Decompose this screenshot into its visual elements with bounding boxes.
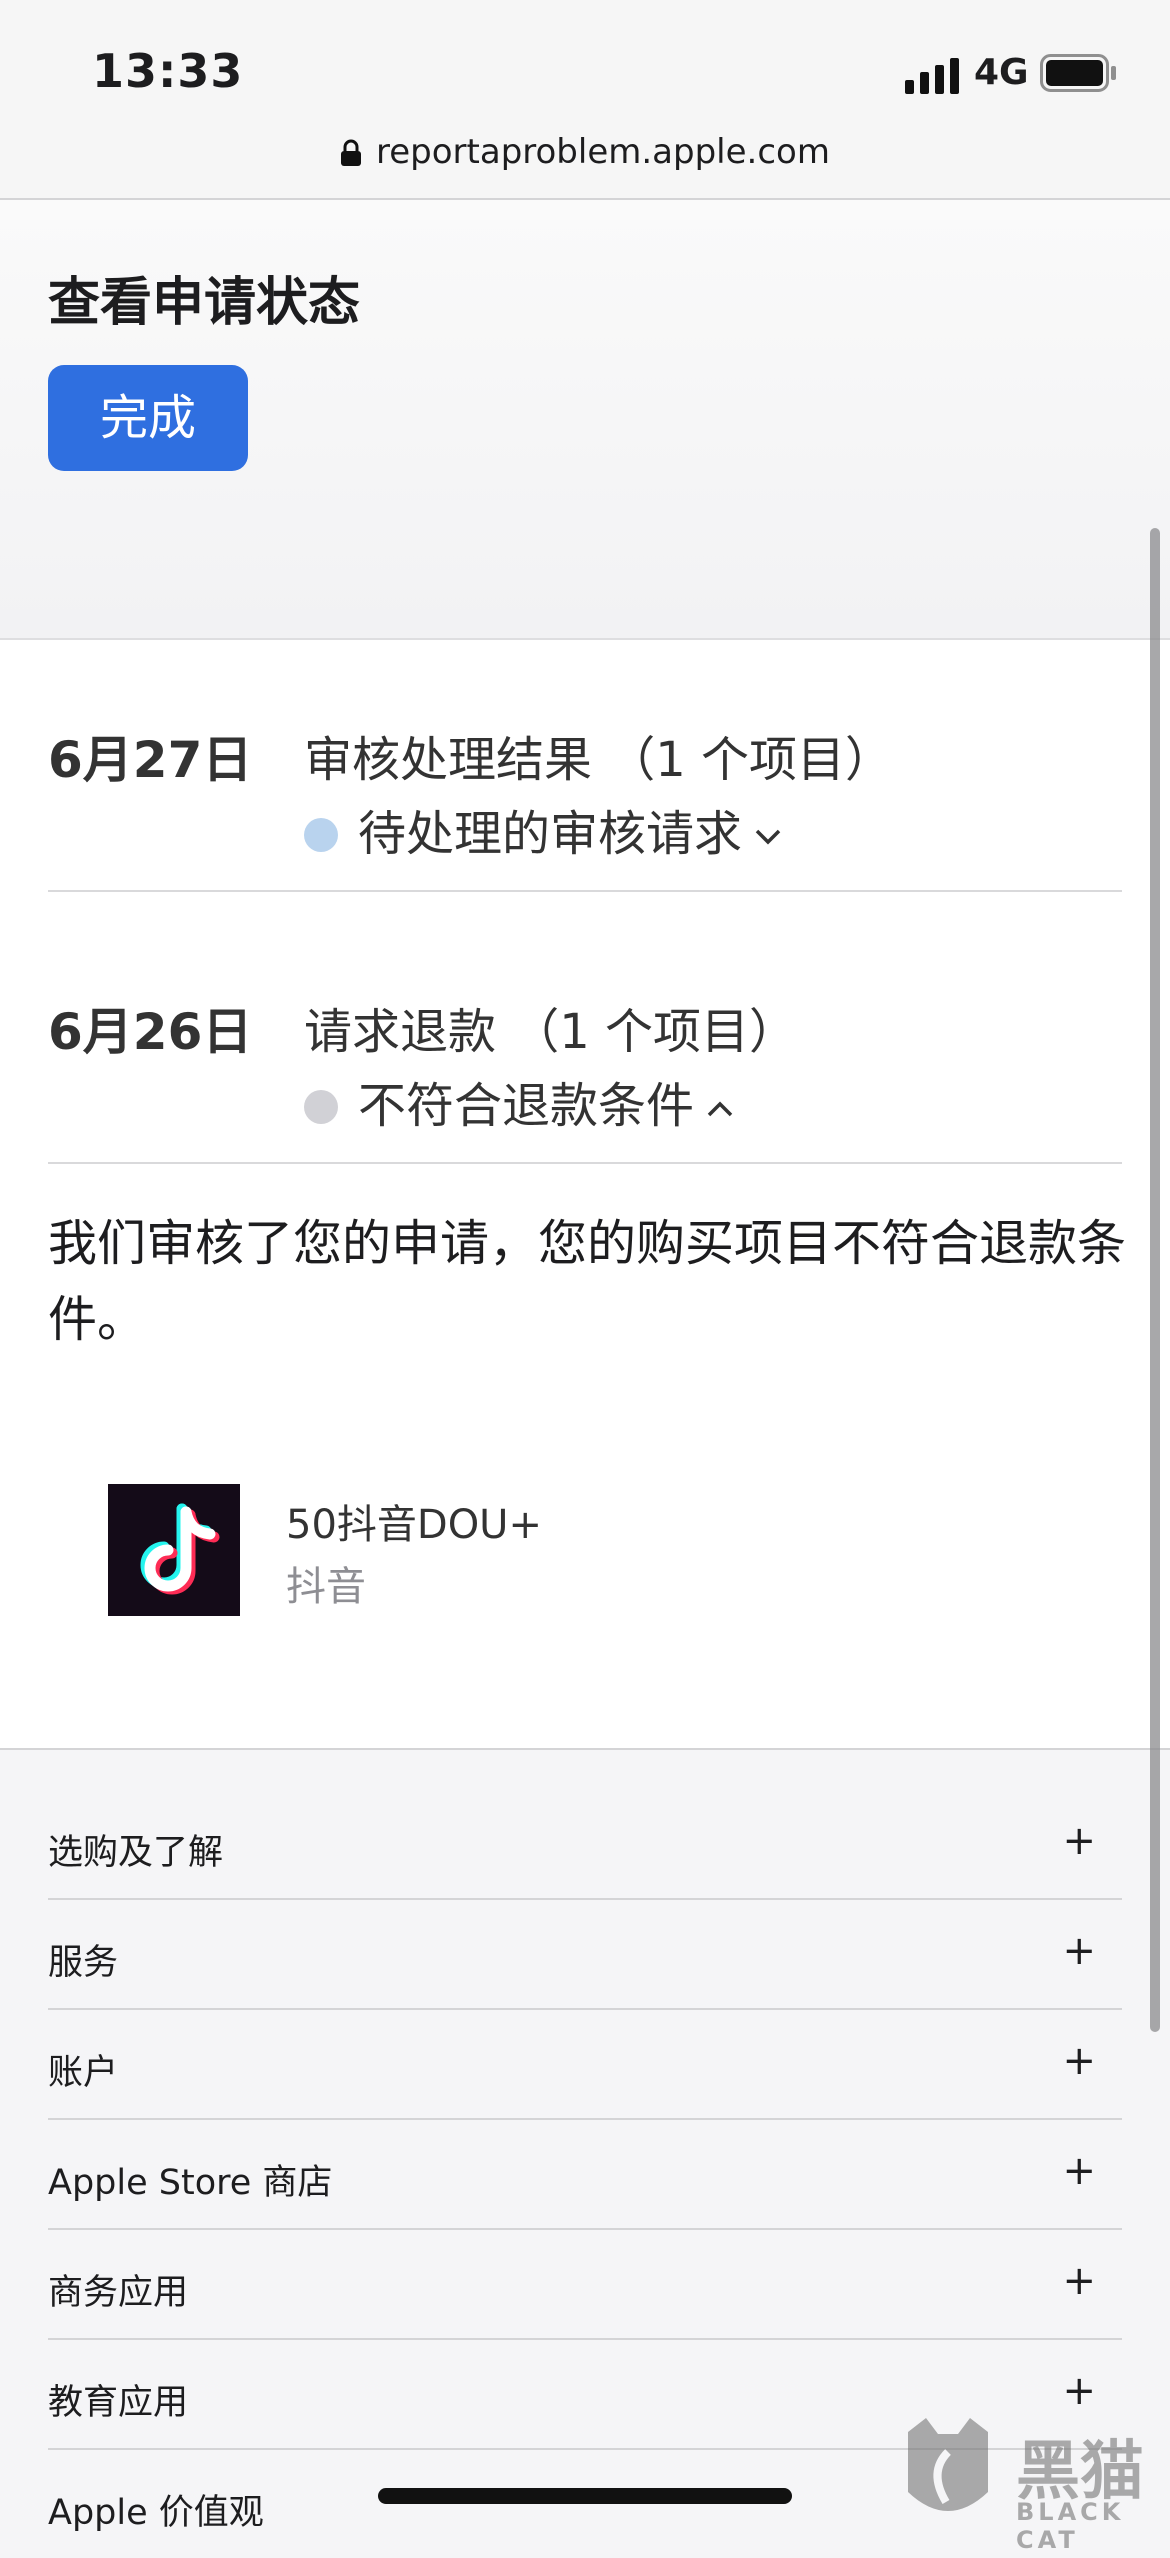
request-status-toggle[interactable]: 待处理的审核请求: [304, 794, 782, 864]
footer-item-label: 商务应用: [48, 2273, 189, 2313]
status-dot-icon: [304, 1090, 338, 1124]
lock-icon: [341, 139, 362, 166]
footer-item-account[interactable]: 账户 +: [48, 2010, 1122, 2120]
address-text-row: reportaproblem.apple.com: [0, 132, 1170, 172]
app-item-name: 50抖音DOU+: [286, 1502, 542, 1548]
footer-item-shop[interactable]: 选购及了解 +: [48, 1790, 1122, 1900]
address-url: reportaproblem.apple.com: [376, 132, 830, 172]
done-button[interactable]: 完成: [48, 365, 248, 471]
plus-icon: +: [1062, 1818, 1096, 1864]
chevron-down-icon: [755, 829, 781, 845]
status-dot-icon: [304, 818, 338, 852]
status-bar: 13:33 4G: [0, 0, 1170, 110]
footer-item-label: 选购及了解: [48, 1833, 224, 1873]
app-developer: 抖音: [286, 1564, 366, 1610]
footer-item-apple-store[interactable]: Apple Store 商店 +: [48, 2120, 1122, 2230]
request-date: 6月27日: [48, 731, 253, 789]
request-status-toggle[interactable]: 不符合退款条件: [304, 1066, 734, 1136]
battery-icon: [1040, 54, 1116, 92]
request-status-text: 不符合退款条件: [358, 1078, 695, 1134]
plus-icon: +: [1062, 2258, 1096, 2304]
page-header: 查看申请状态 完成: [0, 200, 1170, 640]
browser-address-bar[interactable]: reportaproblem.apple.com: [0, 110, 1170, 200]
request-list: 6月27日 审核处理结果 （1 个项目） 待处理的审核请求 6月26日 请求退款…: [0, 640, 1170, 1750]
page-title: 查看申请状态: [48, 273, 361, 333]
black-cat-logo-icon: [908, 2418, 988, 2511]
plus-icon: +: [1062, 2148, 1096, 2194]
footer-item-label: 账户: [48, 2053, 119, 2093]
footer-item-business[interactable]: 商务应用 +: [48, 2230, 1122, 2340]
footer-item-label: Apple 价值观: [48, 2493, 264, 2533]
request-title: 审核处理结果 （1 个项目）: [304, 732, 894, 788]
tiktok-icon: [108, 1484, 240, 1616]
review-message: 我们审核了您的申请，您的购买项目不符合退款条件。: [48, 1215, 1127, 1348]
home-indicator[interactable]: [378, 2488, 792, 2504]
divider: [48, 1162, 1122, 1164]
chevron-up-icon: [707, 1101, 733, 1117]
footer-item-label: Apple Store 商店: [48, 2163, 333, 2203]
request-title: 请求退款 （1 个项目）: [304, 1004, 798, 1060]
plus-icon: +: [1062, 2368, 1096, 2414]
cellular-signal-icon: [905, 58, 959, 94]
divider: [48, 890, 1122, 892]
footer-item-label: 教育应用: [48, 2383, 189, 2423]
footer-item-label: 服务: [48, 1943, 119, 1983]
status-time: 13:33: [92, 44, 244, 98]
watermark: 黑猫 BLACK CAT: [898, 2412, 1170, 2554]
request-date: 6月26日: [48, 1003, 253, 1061]
plus-icon: +: [1062, 2038, 1096, 2084]
plus-icon: +: [1062, 1928, 1096, 1974]
watermark-subtext: BLACK CAT: [1016, 2498, 1125, 2554]
footer-item-services[interactable]: 服务 +: [48, 1900, 1122, 2010]
scrollbar[interactable]: [1150, 528, 1160, 2032]
network-type: 4G: [974, 52, 1029, 93]
request-status-text: 待处理的审核请求: [358, 806, 743, 862]
